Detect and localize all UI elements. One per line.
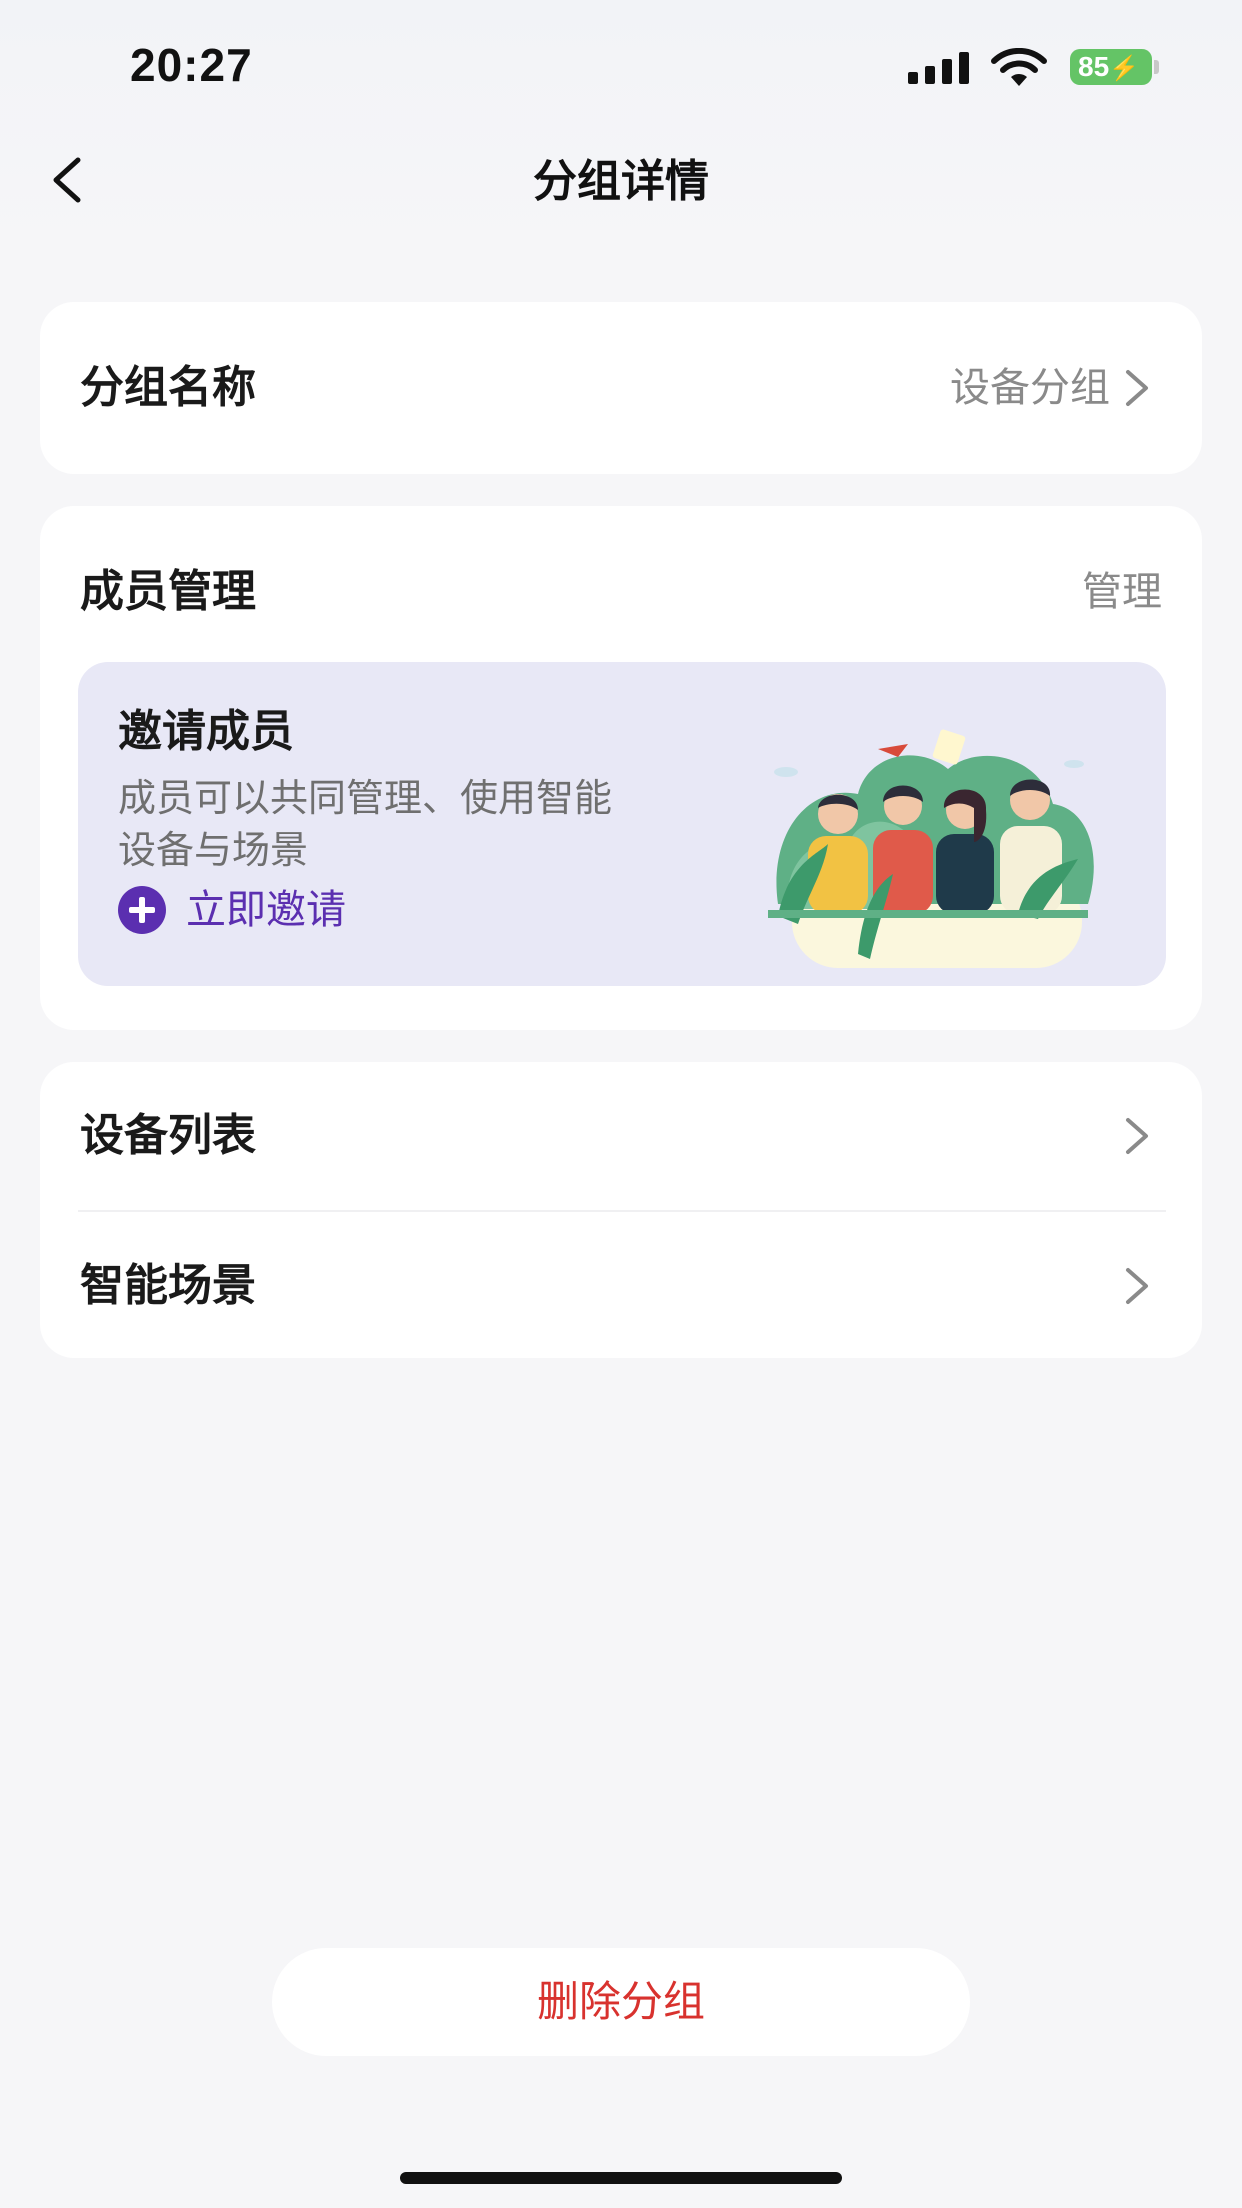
invite-now-label: 立即邀请 [186, 887, 346, 933]
invite-members-banner[interactable]: 邀请成员 成员可以共同管理、使用智能设备与场景 立即邀请 [78, 662, 1166, 986]
chevron-right-icon [1126, 1118, 1148, 1154]
invite-now-button[interactable]: 立即邀请 [118, 882, 346, 938]
group-name-label: 分组名称 [80, 362, 256, 413]
status-time: 20:27 [130, 39, 253, 91]
member-management-card: 成员管理 管理 邀请成员 成员可以共同管理、使用智能设备与场景 立即邀请 [40, 506, 1202, 1030]
invite-description: 成员可以共同管理、使用智能设备与场景 [118, 776, 613, 872]
cellular-signal-icon [908, 52, 970, 84]
people-illustration [768, 729, 1094, 968]
battery-level: 85 [1078, 51, 1110, 82]
battery-icon: 85⚡ [1070, 49, 1152, 85]
manage-link[interactable]: 管理 [1082, 562, 1162, 622]
device-list-label: 设备列表 [80, 1110, 256, 1161]
plus-circle-icon [118, 886, 166, 934]
wifi-icon [991, 48, 1047, 86]
settings-list-card: 设备列表 智能场景 [40, 1062, 1202, 1358]
group-name-value: 设备分组 [950, 365, 1110, 411]
charging-icon: ⚡ [1109, 55, 1140, 82]
delete-group-button[interactable]: 删除分组 [272, 1948, 970, 2056]
battery-cap [1154, 60, 1159, 74]
member-management-label: 成员管理 [80, 566, 256, 617]
page-title: 分组详情 [533, 156, 709, 207]
smart-scenes-label: 智能场景 [80, 1260, 256, 1311]
group-name-row[interactable]: 分组名称 设备分组 [40, 302, 1202, 474]
chevron-right-icon [1126, 1268, 1148, 1304]
chevron-right-icon [1126, 370, 1148, 406]
list-item-device-list[interactable]: 设备列表 [40, 1062, 1202, 1210]
home-indicator[interactable] [400, 2172, 842, 2184]
list-item-smart-scenes[interactable]: 智能场景 [40, 1212, 1202, 1358]
back-icon[interactable] [40, 150, 100, 210]
invite-title: 邀请成员 [118, 706, 294, 757]
